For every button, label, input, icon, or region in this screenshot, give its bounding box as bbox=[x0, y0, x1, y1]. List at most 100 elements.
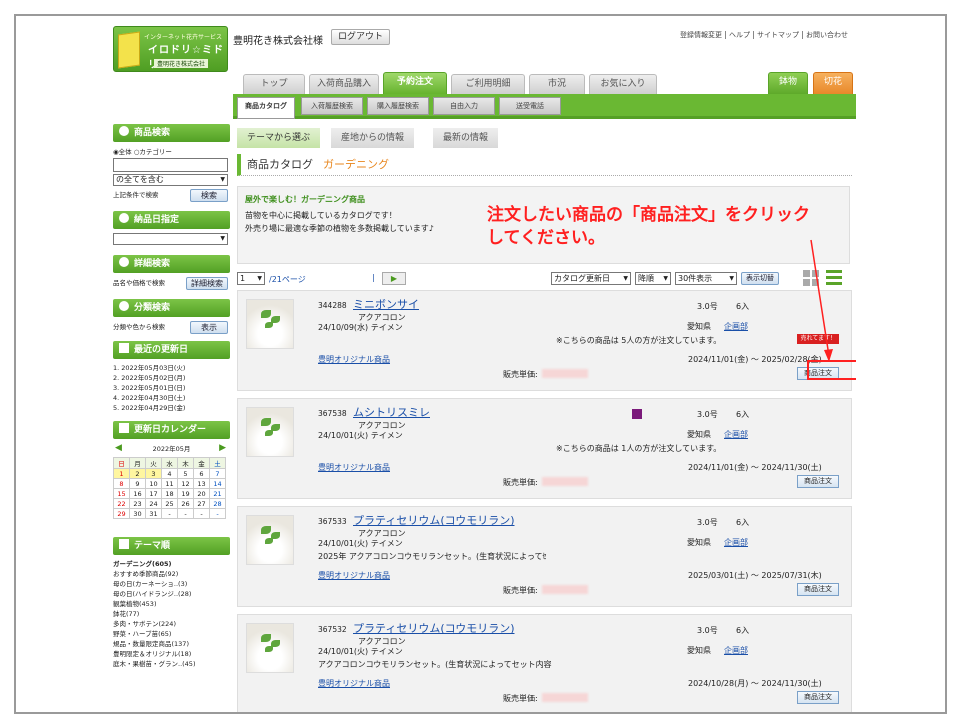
calendar-day[interactable]: 12 bbox=[177, 478, 194, 489]
product-thumbnail[interactable] bbox=[246, 407, 294, 457]
ctab-origin[interactable]: 産地からの情報 bbox=[331, 128, 415, 148]
search-input[interactable] bbox=[113, 158, 228, 172]
calendar-day[interactable]: 31 bbox=[145, 508, 162, 519]
calendar-day[interactable]: 11 bbox=[161, 478, 178, 489]
calendar-day[interactable]: 8 bbox=[113, 478, 130, 489]
delivery-date-select[interactable] bbox=[113, 233, 228, 245]
product-thumbnail[interactable] bbox=[246, 623, 294, 673]
calendar-day[interactable]: 19 bbox=[177, 488, 194, 499]
subtab-catalog[interactable]: 商品カタログ bbox=[237, 97, 295, 119]
subtab-free-input[interactable]: 自由入力 bbox=[433, 97, 495, 115]
view-switch-button[interactable]: 表示切替 bbox=[741, 272, 779, 285]
theme-item[interactable]: ガーデニング(605) bbox=[113, 559, 230, 569]
product-thumbnail[interactable] bbox=[246, 299, 294, 349]
calendar-day[interactable]: 30 bbox=[129, 508, 146, 519]
link-contact[interactable]: お問い合わせ bbox=[802, 31, 851, 39]
ctab-theme[interactable]: テーマから選ぶ bbox=[237, 128, 321, 148]
product-name-link[interactable]: ミニボンサイ bbox=[353, 296, 419, 312]
detail-search-button[interactable]: 詳細検索 bbox=[186, 277, 228, 290]
calendar-day[interactable]: 1 bbox=[113, 468, 130, 479]
calendar-day[interactable]: - bbox=[193, 508, 210, 519]
theme-item[interactable]: 観葉植物(453) bbox=[113, 599, 230, 609]
pager-next-button[interactable]: ▶ bbox=[382, 272, 406, 285]
calendar-day[interactable]: - bbox=[209, 508, 226, 519]
calendar-day[interactable]: 9 bbox=[129, 478, 146, 489]
theme-item[interactable]: 母の日(カーネーショ..(3) bbox=[113, 579, 230, 589]
theme-item[interactable]: 豊明限定＆オリジナル(18) bbox=[113, 649, 230, 659]
update-item[interactable]: 1. 2022年05月03日(火) bbox=[113, 363, 230, 373]
calendar-day[interactable]: 14 bbox=[209, 478, 226, 489]
product-series-link[interactable]: 豊明オリジナル商品 bbox=[318, 570, 390, 581]
ctab-latest[interactable]: 最新の情報 bbox=[433, 128, 499, 148]
calendar-day[interactable]: 5 bbox=[177, 468, 194, 479]
product-name-link[interactable]: プラティセリウム(コウモリラン) bbox=[353, 620, 514, 636]
list-view-icon[interactable] bbox=[826, 270, 842, 286]
update-item[interactable]: 3. 2022年05月01日(日) bbox=[113, 383, 230, 393]
tab-reserve[interactable]: 予約注文 bbox=[383, 72, 447, 94]
product-series-link[interactable]: 豊明オリジナル商品 bbox=[318, 462, 390, 473]
theme-item[interactable]: 庭木・果樹苗・グラン..(45) bbox=[113, 659, 230, 669]
calendar-day[interactable]: 20 bbox=[193, 488, 210, 499]
tab-favorites[interactable]: お気に入り bbox=[589, 74, 657, 94]
link-sitemap[interactable]: サイトマップ bbox=[753, 31, 802, 39]
tab-cut-flowers[interactable]: 切花 bbox=[813, 72, 853, 94]
calendar-day[interactable]: 7 bbox=[209, 468, 226, 479]
calendar-day[interactable]: 4 bbox=[161, 468, 178, 479]
calendar-day[interactable]: 24 bbox=[145, 498, 162, 509]
calendar-day[interactable]: 26 bbox=[177, 498, 194, 509]
calendar-day[interactable]: 28 bbox=[209, 498, 226, 509]
subtab-arrival-history[interactable]: 入荷履歴検索 bbox=[301, 97, 363, 115]
sort-order-select[interactable]: 降順 bbox=[635, 272, 671, 285]
logout-button[interactable]: ログアウト bbox=[331, 29, 391, 45]
product-series-link[interactable]: 豊明オリジナル商品 bbox=[318, 354, 390, 365]
subtab-phone[interactable]: 送受電話 bbox=[499, 97, 561, 115]
order-button[interactable]: 商品注文 bbox=[797, 691, 839, 704]
calendar-day[interactable]: 16 bbox=[129, 488, 146, 499]
subtab-purchase-history[interactable]: 購入履歴検索 bbox=[367, 97, 429, 115]
product-plan-link[interactable]: 企画部 bbox=[724, 321, 748, 332]
update-item[interactable]: 4. 2022年04月30日(土) bbox=[113, 393, 230, 403]
tab-market[interactable]: 市況 bbox=[529, 74, 585, 94]
calendar-day[interactable]: 3 bbox=[145, 468, 162, 479]
link-help[interactable]: ヘルプ bbox=[725, 31, 753, 39]
calendar-day[interactable]: 6 bbox=[193, 468, 210, 479]
sort-field-select[interactable]: カタログ更新日 bbox=[551, 272, 631, 285]
calendar-day[interactable]: 22 bbox=[113, 498, 130, 509]
product-plan-link[interactable]: 企画部 bbox=[724, 645, 748, 656]
calendar-day[interactable]: 10 bbox=[145, 478, 162, 489]
calendar-day[interactable]: 21 bbox=[209, 488, 226, 499]
calendar-day[interactable]: - bbox=[161, 508, 178, 519]
update-item[interactable]: 5. 2022年04月29日(金) bbox=[113, 403, 230, 413]
product-plan-link[interactable]: 企画部 bbox=[724, 429, 748, 440]
tab-pot-plants[interactable]: 鉢物 bbox=[768, 72, 808, 94]
product-series-link[interactable]: 豊明オリジナル商品 bbox=[318, 678, 390, 689]
product-name-link[interactable]: ムシトリスミレ bbox=[353, 404, 430, 420]
order-button[interactable]: 商品注文 bbox=[797, 475, 839, 488]
category-show-button[interactable]: 表示 bbox=[190, 321, 228, 334]
page-select[interactable]: 1 bbox=[237, 272, 265, 285]
per-page-select[interactable]: 30件表示 bbox=[675, 272, 737, 285]
calendar-day[interactable]: 23 bbox=[129, 498, 146, 509]
order-button[interactable]: 商品注文 bbox=[797, 583, 839, 596]
theme-item[interactable]: 多肉・サボテン(224) bbox=[113, 619, 230, 629]
tab-statement[interactable]: ご利用明細 bbox=[451, 74, 525, 94]
theme-item[interactable]: 鉢花(77) bbox=[113, 609, 230, 619]
search-button[interactable]: 検索 bbox=[190, 189, 228, 202]
link-account[interactable]: 登録情報変更 bbox=[677, 31, 725, 39]
calendar-day[interactable]: - bbox=[177, 508, 194, 519]
product-name-link[interactable]: プラティセリウム(コウモリラン) bbox=[353, 512, 514, 528]
calendar-day[interactable]: 2 bbox=[129, 468, 146, 479]
calendar-prev-button[interactable]: ◀ bbox=[115, 443, 122, 453]
order-button[interactable]: 商品注文 bbox=[797, 367, 839, 380]
search-mode-select[interactable]: の全てを含む bbox=[113, 174, 228, 186]
calendar-day[interactable]: 25 bbox=[161, 498, 178, 509]
tab-top[interactable]: トップ bbox=[243, 74, 305, 94]
calendar-day[interactable]: 17 bbox=[145, 488, 162, 499]
calendar-day[interactable]: 27 bbox=[193, 498, 210, 509]
calendar-day[interactable]: 18 bbox=[161, 488, 178, 499]
calendar-day[interactable]: 29 bbox=[113, 508, 130, 519]
theme-item[interactable]: 野菜・ハーブ苗(65) bbox=[113, 629, 230, 639]
product-plan-link[interactable]: 企画部 bbox=[724, 537, 748, 548]
calendar-day[interactable]: 13 bbox=[193, 478, 210, 489]
site-logo[interactable]: インターネット花卉サービス イロドリ☆ミドリ 豊明花き株式会社 bbox=[113, 26, 228, 72]
